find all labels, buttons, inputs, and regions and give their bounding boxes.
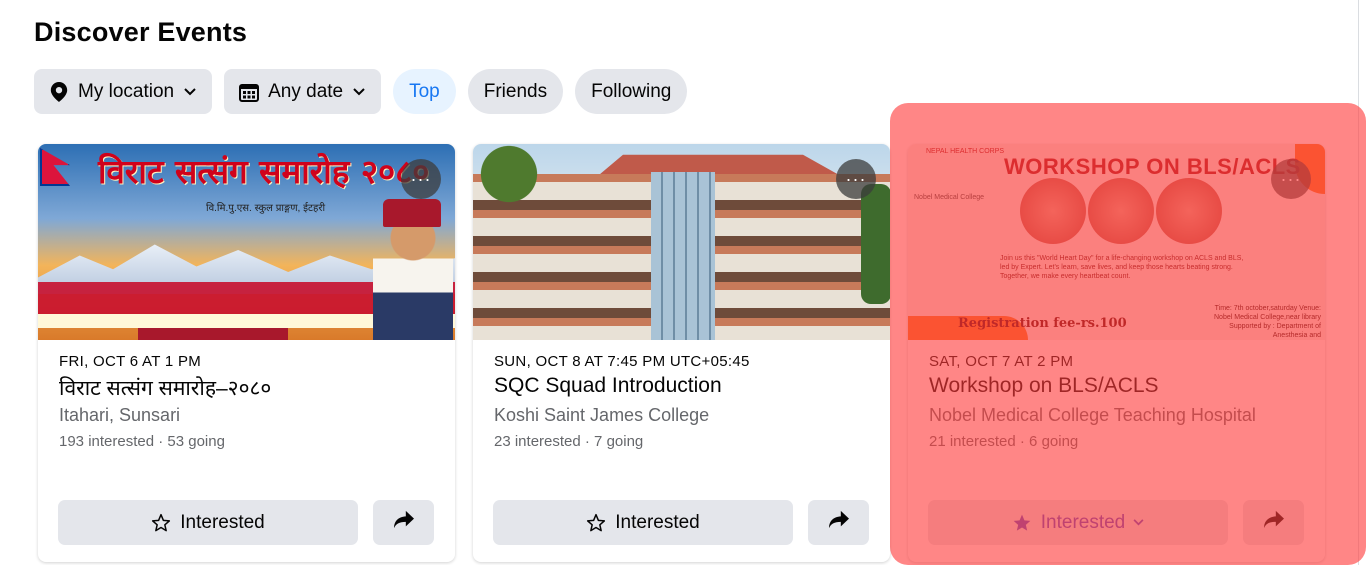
chevron-down-icon [353,85,367,99]
interested-label: Interested [1040,511,1126,533]
event-cover-image[interactable] [473,144,890,340]
location-filter-button[interactable]: My location [34,69,213,114]
interested-label: Interested [180,511,265,533]
speaker-hat [383,199,441,227]
interested-button[interactable]: Interested [58,500,358,545]
poster-registration: Registration fee-rs.100 [958,316,1127,331]
poster-body: Join us this "World Heart Day" for a lif… [1000,255,1244,280]
event-location[interactable]: Koshi Saint James College [494,405,709,426]
poster-headline: विराट सत्संग समारोह २०८० [98,152,430,191]
event-cover-image[interactable]: विराट सत्संग समारोह २०८० वि.मि.पु.एस. स्… [38,144,455,340]
interested-button[interactable]: Interested [493,500,793,545]
calendar-icon [238,81,260,103]
share-arrow-icon [828,510,850,535]
date-filter-button[interactable]: Any date [224,69,382,114]
share-arrow-icon [1263,510,1285,535]
event-poster [473,144,890,340]
event-cover-image[interactable]: NEPAL HEALTH CORPS Nobel Medical College… [908,144,1325,340]
event-poster: विराट सत्संग समारोह २०८० वि.मि.पु.एस. स्… [38,144,455,340]
filter-bar: My location Any date Top Friends Followi… [34,69,688,114]
poster-logo-text: NEPAL HEALTH CORPS [926,148,1005,155]
event-date: SUN, OCT 8 AT 7:45 PM UTC+05:45 [494,353,750,370]
building-glass-tower [651,172,715,340]
share-button[interactable] [1243,500,1304,545]
chevron-down-icon [184,85,198,99]
event-title[interactable]: Workshop on BLS/ACLS [929,374,1159,398]
event-title[interactable]: विराट सत्संग समारोह–२०८० [59,374,271,402]
poster-photo [1156,178,1222,244]
nepal-flag-icon [40,148,70,186]
chevron-down-icon [1133,519,1144,526]
event-poster: NEPAL HEALTH CORPS Nobel Medical College… [908,144,1325,340]
star-outline-icon [151,512,173,534]
event-stats: 193 interested · 53 going [59,433,225,450]
more-options-button[interactable]: ··· [836,159,876,199]
event-location[interactable]: Nobel Medical College Teaching Hospital [929,405,1256,426]
interested-label: Interested [615,511,700,533]
star-filled-icon [1012,512,1034,534]
tree-graphic [861,184,890,304]
event-card[interactable]: विराट सत्संग समारोह २०८० वि.मि.पु.एस. स्… [38,144,455,562]
page-title: Discover Events [34,17,248,47]
poster-details: Time: 7th october,saturday Venue: Nobel … [1214,305,1321,339]
star-outline-icon [586,512,608,534]
event-title[interactable]: SQC Squad Introduction [494,374,722,398]
event-stats: 23 interested · 7 going [494,433,644,450]
more-options-button[interactable]: ··· [401,159,441,199]
location-pin-icon [48,81,70,103]
poster-photo [1088,178,1154,244]
share-button[interactable] [373,500,434,545]
event-location[interactable]: Itahari, Sunsari [59,405,180,426]
tree-graphic [473,144,563,204]
event-stats: 21 interested · 6 going [929,433,1079,450]
interested-button[interactable]: Interested [928,500,1228,545]
discover-events-panel: Discover Events My location Any date Top… [0,0,1359,565]
share-button[interactable] [808,500,869,545]
tab-top[interactable]: Top [393,69,456,114]
event-date: FRI, OCT 6 AT 1 PM [59,353,202,370]
poster-org: Nobel Medical College [914,194,985,201]
poster-footer [138,328,288,340]
share-arrow-icon [393,510,415,535]
tab-friends[interactable]: Friends [467,69,564,114]
poster-subline: वि.मि.पु.एस. स्कुल प्राङ्गण, ईटहरी [206,203,326,214]
event-card[interactable]: NEPAL HEALTH CORPS Nobel Medical College… [908,144,1325,562]
poster-headline: WORKSHOP ON BLS/ACLS [1004,154,1301,179]
location-filter-label: My location [78,80,175,102]
date-filter-label: Any date [268,80,344,102]
more-options-button[interactable]: ··· [1271,159,1311,199]
tab-following[interactable]: Following [575,69,688,114]
poster-photo [1020,178,1086,244]
event-card[interactable]: ··· SUN, OCT 8 AT 7:45 PM UTC+05:45 SQC … [473,144,890,562]
event-date: SAT, OCT 7 AT 2 PM [929,353,1074,370]
